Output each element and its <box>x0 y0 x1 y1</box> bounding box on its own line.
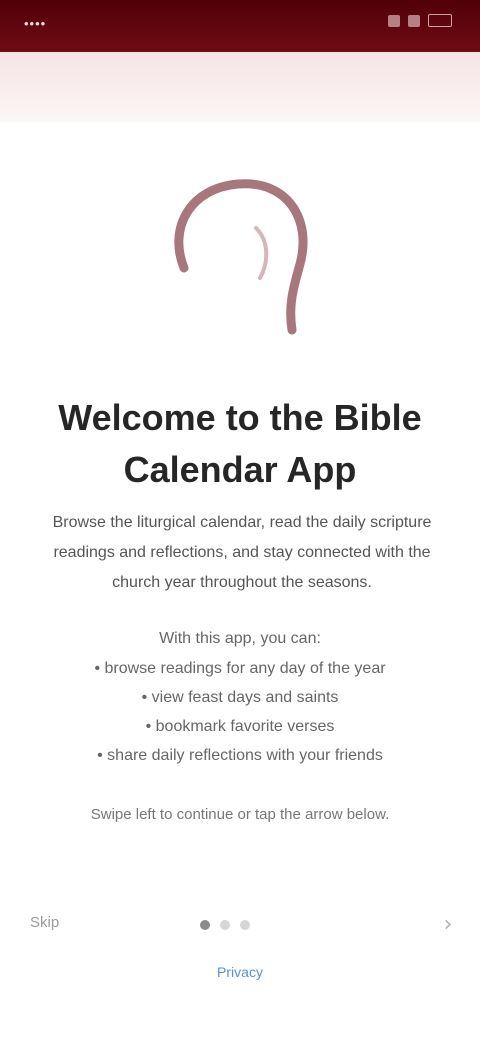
header-band <box>0 52 480 122</box>
skip-button[interactable]: Skip <box>24 910 65 935</box>
welcome-title: Welcome to the Bible Calendar App <box>58 397 422 490</box>
status-icons <box>388 14 452 27</box>
page-dot <box>240 920 250 930</box>
status-time: •••• <box>24 16 47 31</box>
footer-note: Swipe left to continue or tap the arrow … <box>90 806 390 823</box>
onboarding-nav: Skip › <box>0 896 480 956</box>
page-dot-active <box>200 920 210 930</box>
feature-item: • browse readings for any day of the yea… <box>94 660 386 677</box>
feature-item: • share daily reflections with your frie… <box>97 747 383 764</box>
battery-icon <box>428 14 452 27</box>
status-bar: •••• <box>0 0 480 52</box>
page-indicator <box>200 920 250 930</box>
page-dot <box>220 920 230 930</box>
features-intro: With this app, you can: <box>159 630 321 647</box>
app-logo <box>174 179 308 335</box>
feature-item: • view feast days and saints <box>141 689 339 706</box>
wifi-icon <box>408 14 420 27</box>
chevron-right-icon[interactable]: › <box>428 904 468 944</box>
privacy-link[interactable]: Privacy <box>190 962 290 982</box>
feature-list: • browse readings for any day of the yea… <box>40 654 440 770</box>
signal-icon <box>388 14 400 27</box>
welcome-screen: •••• Welcome to the Bible Calendar App B… <box>0 0 480 1040</box>
intro-text: Browse the liturgical calendar, read the… <box>52 514 432 591</box>
feature-item: • bookmark favorite verses <box>145 718 335 735</box>
